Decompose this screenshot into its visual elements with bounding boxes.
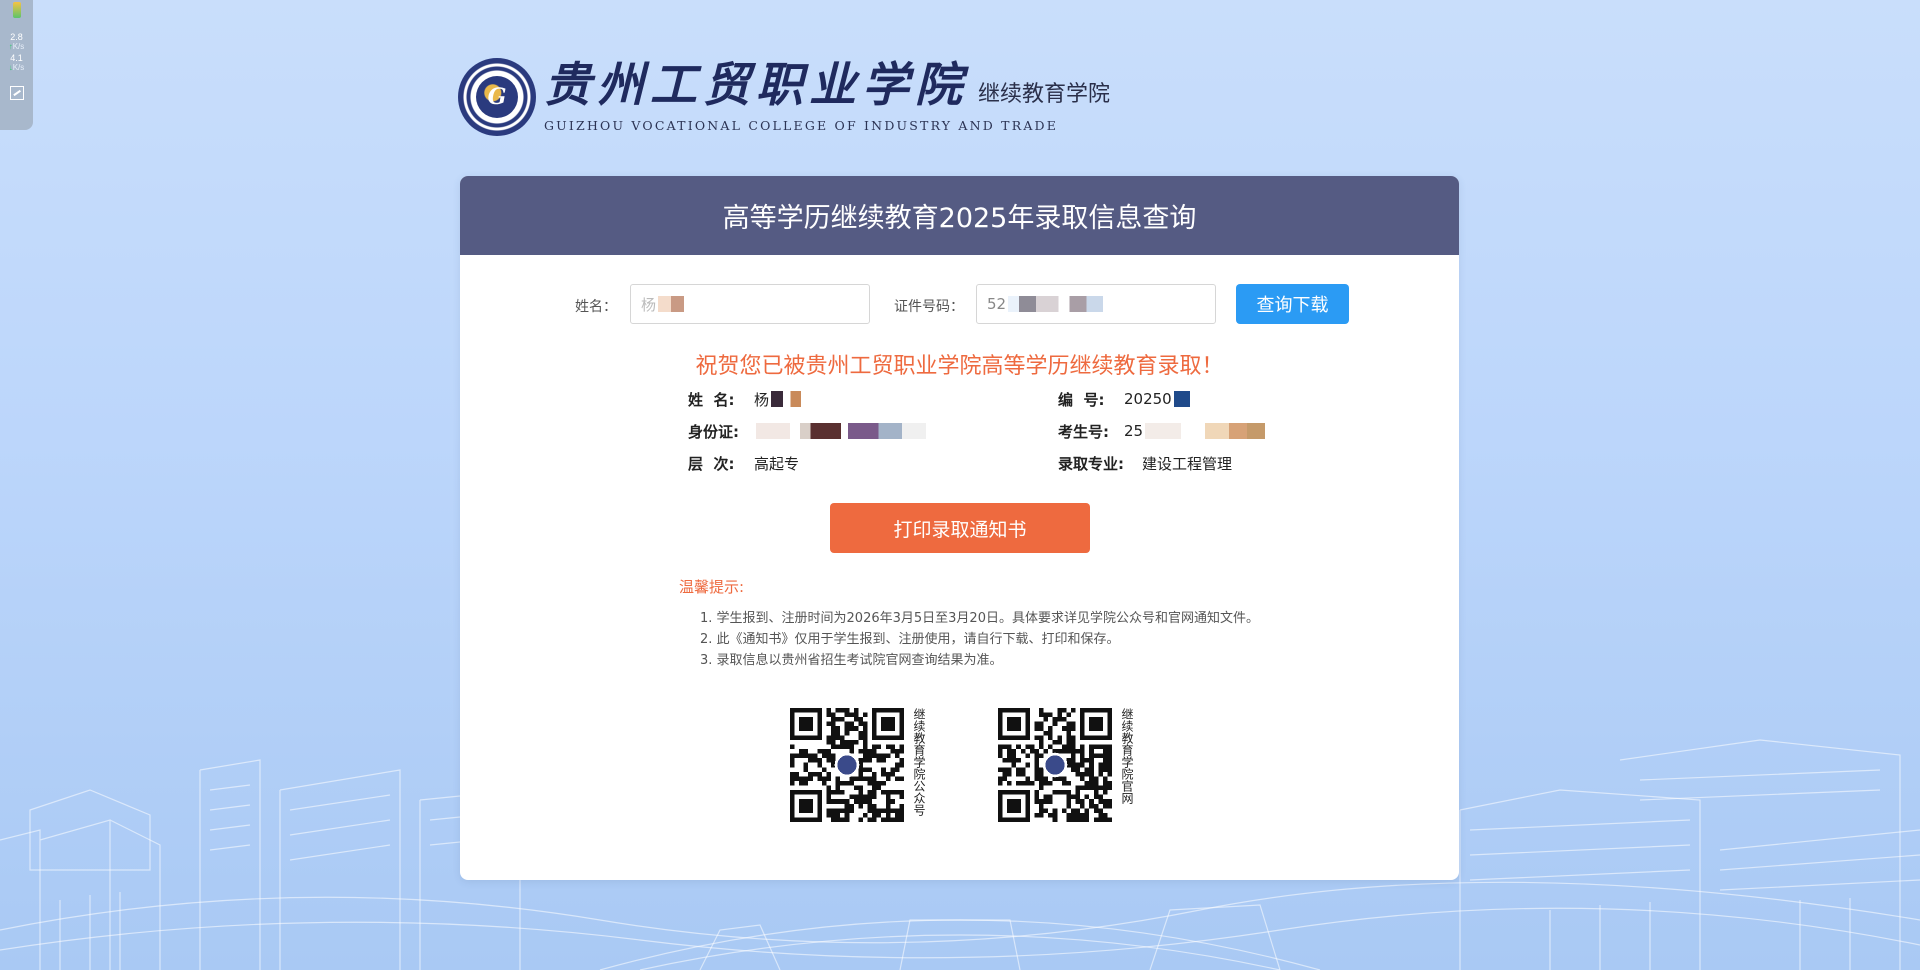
info-name-key: 姓 名: [688,390,735,409]
tips-title: 温馨提示: [679,578,745,596]
info-number-value: 20250 [1124,390,1172,408]
info-exam-no-key: 考生号: [1058,422,1109,441]
info-number-key: 编 号: [1058,390,1105,409]
info-id-key: 身份证: [688,422,739,441]
download-speed-value: 4.1 [10,53,23,63]
masked-text [756,423,926,439]
info-level-row: 层 次: 高起专 [688,452,799,474]
info-major-value: 建设工程管理 [1142,454,1233,473]
qr-code-image [998,708,1112,822]
admission-query-card: 高等学历继续教育2025年录取信息查询 姓名： 杨 证件号码： 52 查询下载 … [460,176,1459,880]
info-level-value: 高起专 [754,454,800,473]
qr-official-website: 继续教育学院官网 [998,708,1134,822]
id-number-label: 证件号码： [894,299,964,315]
qr-code-image [790,708,904,822]
info-major-key: 录取专业: [1058,454,1124,473]
screenshot-icon[interactable] [9,86,24,100]
info-number-row: 编 号: 20250 [1058,388,1190,410]
query-download-button[interactable]: 查询下载 [1236,284,1349,324]
tip-item: 2. 此《通知书》仅用于学生报到、注册使用，请自行下载、打印和保存。 [700,632,1120,647]
info-level-key: 层 次: [688,454,735,473]
info-name-row: 姓 名: 杨 [688,388,802,410]
info-id-row: 身份证: [688,420,926,442]
card-title: 高等学历继续教育2025年录取信息查询 [460,176,1459,255]
department-name: 继续教育学院 [978,82,1111,107]
network-speed-widget[interactable]: 2.8 ↑K/s 4.1 ↓K/s [0,0,33,130]
speed-indicator-bar [12,2,21,18]
admission-congrats-message: 祝贺您已被贵州工贸职业学院高等学历继续教育录取！ [695,354,1224,379]
info-exam-no-value: 25 [1124,422,1144,440]
college-seal-emblem: G [458,58,536,136]
qr-caption: 继续教育学院公众号 [912,708,926,816]
masked-text [1145,423,1266,439]
name-input[interactable]: 杨 [630,284,870,324]
seal-letter: G [476,76,518,118]
college-name-en: GUIZHOU VOCATIONAL COLLEGE OF INDUSTRY A… [544,118,1059,133]
tips-list: 1. 学生报到、注册时间为2026年3月5日至3月20日。具体要求详见学院公众号… [700,608,1259,671]
college-logo: G 贵州工贸职业学院 继续教育学院 GUIZHOU VOCATIONAL COL… [458,58,1110,136]
name-input-value: 杨 [641,295,657,314]
info-major-row: 录取专业: 建设工程管理 [1058,452,1232,474]
college-name-cn: 贵州工贸职业学院 [544,58,968,113]
masked-text [1008,296,1121,312]
upload-speed-value: 2.8 [10,32,23,42]
masked-text [771,391,802,407]
search-form: 姓名： 杨 证件号码： 52 查询下载 [460,284,1459,324]
id-number-input[interactable]: 52 [976,284,1216,324]
masked-text [1173,391,1190,407]
info-name-value: 杨 [754,390,770,409]
qr-caption: 继续教育学院官网 [1120,708,1134,804]
download-speed-unit: ↓K/s [8,63,25,72]
masked-text [658,296,685,312]
upload-speed-unit: ↑K/s [8,42,25,51]
id-input-value: 52 [987,295,1007,313]
tip-item: 1. 学生报到、注册时间为2026年3月5日至3月20日。具体要求详见学院公众号… [700,611,1259,626]
tip-item: 3. 录取信息以贵州省招生考试院官网查询结果为准。 [700,653,1003,668]
print-admission-notice-button[interactable]: 打印录取通知书 [830,503,1090,553]
info-exam-no-row: 考生号: 25 [1058,420,1266,442]
qr-wechat-official-account: 继续教育学院公众号 [790,708,926,822]
name-label: 姓名： [575,299,617,315]
